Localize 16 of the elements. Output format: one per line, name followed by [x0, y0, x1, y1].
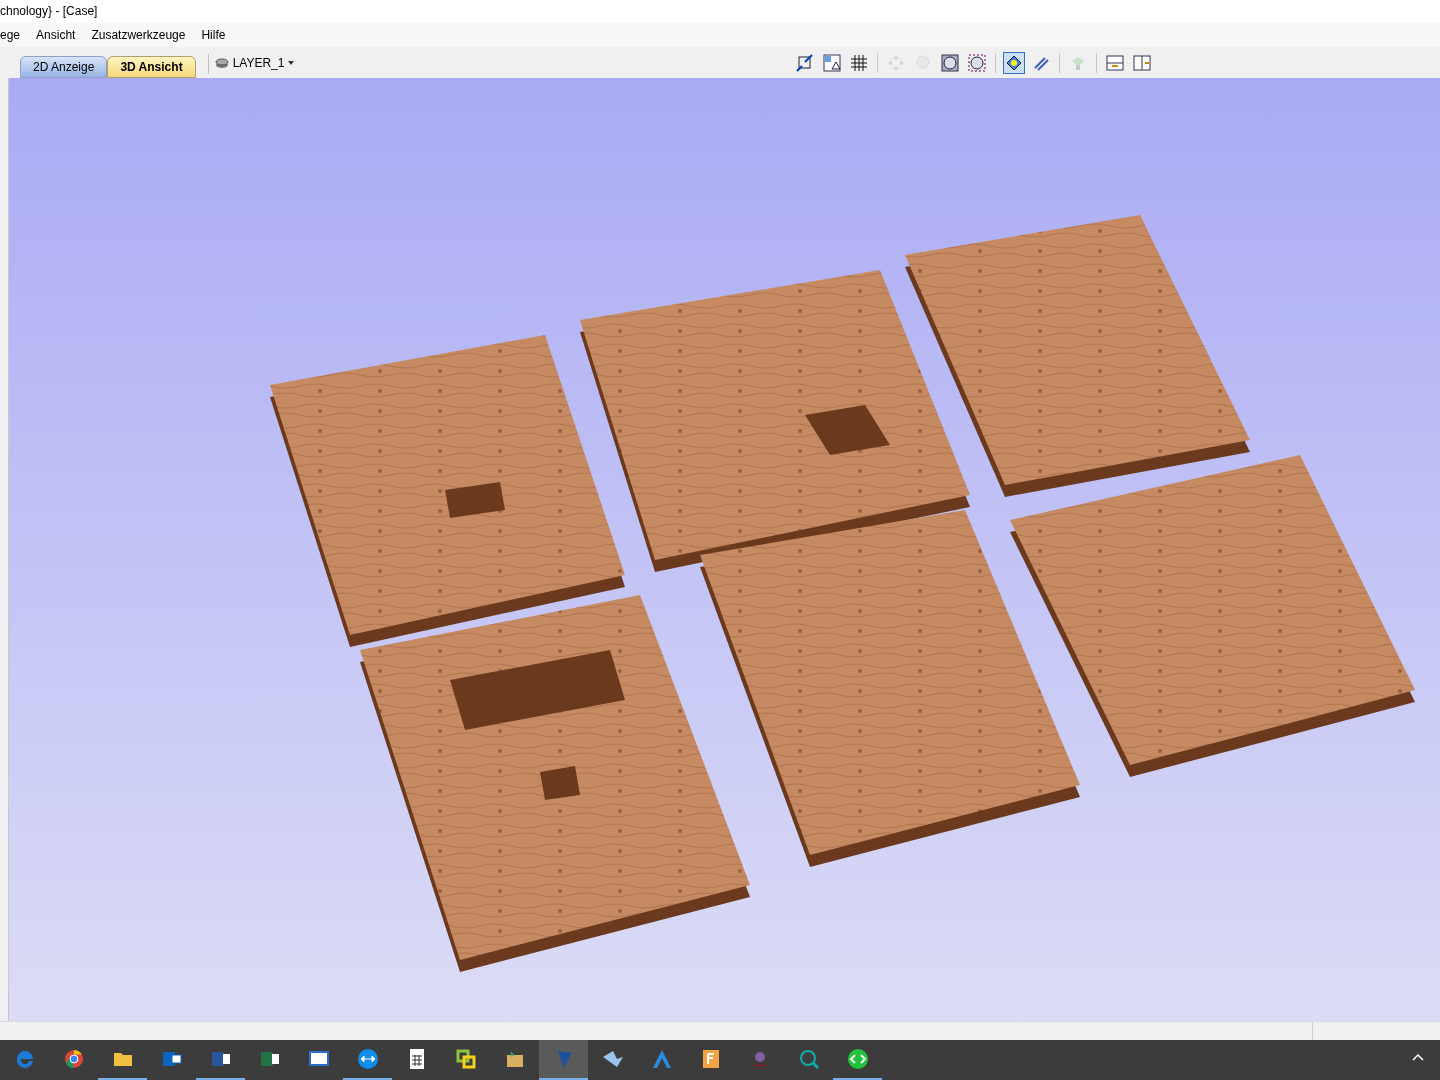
view-tab[interactable]: 2D Anzeige: [20, 56, 108, 79]
arrowhead-icon[interactable]: [539, 1040, 588, 1080]
layer-dropdown[interactable]: LAYER_1: [214, 54, 295, 73]
zoom-selection-icon[interactable]: [966, 52, 989, 75]
chevron-up-icon[interactable]: [1412, 1053, 1424, 1061]
menu-item[interactable]: Ansicht: [36, 25, 76, 44]
menu-item[interactable]: Hilfe: [201, 25, 226, 44]
layers-icon: [214, 57, 229, 70]
caret-icon: [288, 61, 295, 66]
zoom-region-icon[interactable]: [821, 52, 844, 75]
zoom-box-icon[interactable]: [939, 52, 962, 75]
3d-viewport[interactable]: [9, 78, 1440, 1022]
menu-item[interactable]: Zusatzwerkzeuge: [91, 25, 186, 44]
window-title: chnology} - [Case]: [0, 3, 98, 21]
view-tab[interactable]: 3D Ansicht: [107, 56, 196, 79]
menu-item[interactable]: ege: [0, 25, 21, 44]
